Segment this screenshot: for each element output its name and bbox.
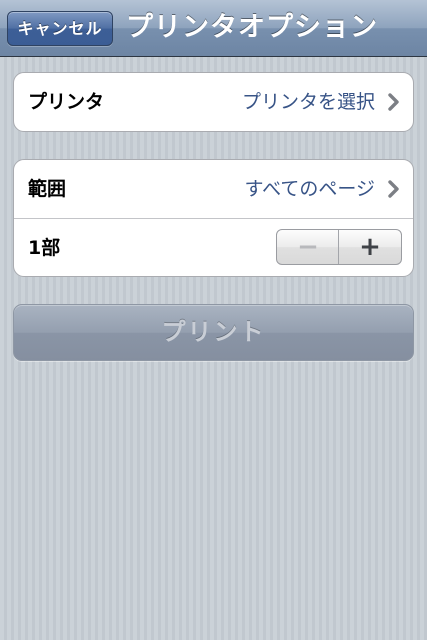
page-title: プリンタオプション [126,12,378,43]
decrement-button[interactable]: − [277,230,339,264]
cancel-button[interactable]: キャンセル [7,11,113,46]
options-group: 範囲 すべてのページ 1部 − + [13,159,414,277]
range-value: すべてのページ [244,178,375,200]
range-label: 範囲 [28,178,67,200]
printer-group: プリンタ プリンタを選択 [13,72,414,132]
printer-value: プリンタを選択 [241,91,375,113]
copies-stepper: − + [276,229,402,265]
printer-row[interactable]: プリンタ プリンタを選択 [14,73,413,131]
increment-button[interactable]: + [338,230,401,264]
navigation-bar: キャンセル プリンタオプション [0,0,427,57]
copies-label: 1部 [28,237,61,259]
copies-row: 1部 − + [14,218,413,276]
print-button[interactable]: プリント [13,304,414,361]
range-row[interactable]: 範囲 すべてのページ [14,160,413,218]
printer-label: プリンタ [28,91,105,113]
chevron-right-icon [388,93,399,111]
chevron-right-icon [388,180,399,198]
